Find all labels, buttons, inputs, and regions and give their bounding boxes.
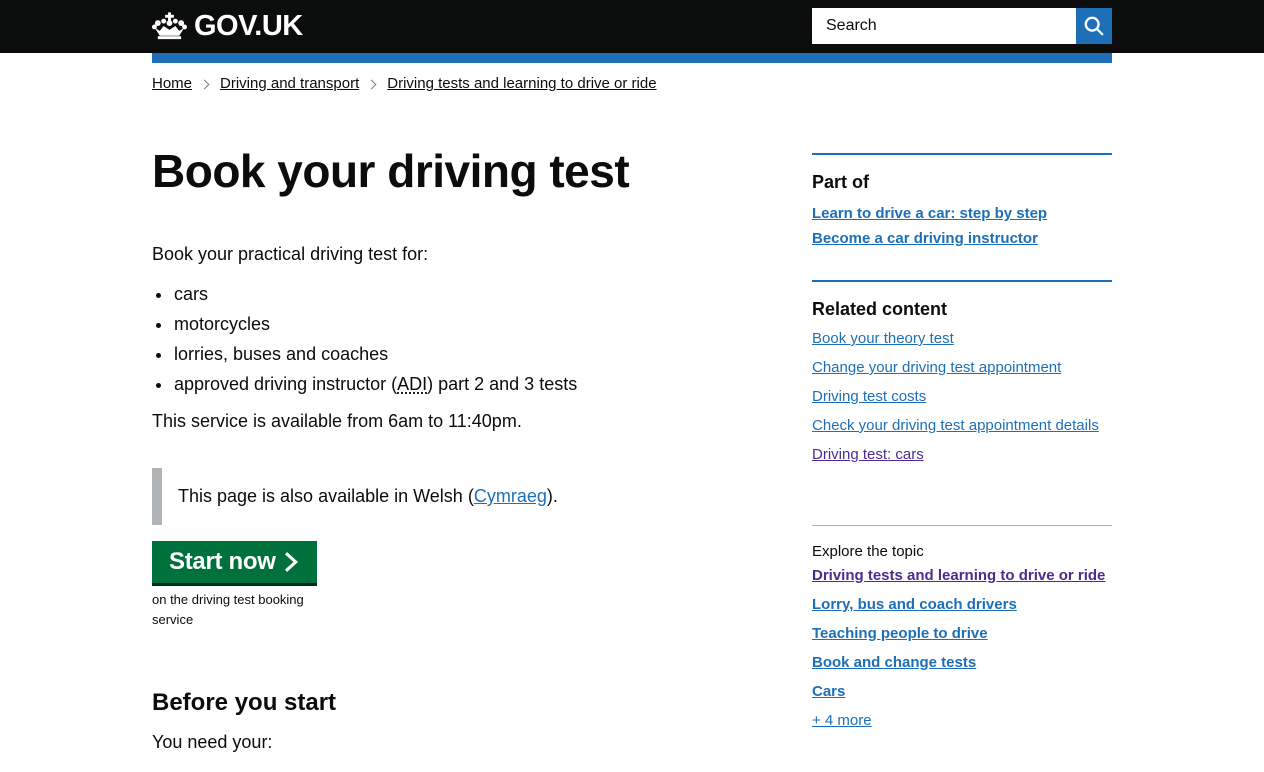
chevron-right-icon	[285, 552, 299, 572]
search-icon	[1083, 15, 1105, 37]
you-need-text: You need your:	[152, 730, 272, 754]
breadcrumb-driving-transport[interactable]: Driving and transport	[220, 74, 359, 94]
before-you-start-heading: Before you start	[152, 688, 336, 718]
adi-abbreviation: ADI	[397, 374, 427, 394]
search-form	[812, 8, 1112, 44]
explore-topic-label: Explore the topic	[812, 542, 1112, 562]
related-link[interactable]: Book your theory test	[812, 327, 1112, 351]
search-input[interactable]	[812, 8, 1076, 44]
related-content-heading: Related content	[812, 297, 1112, 321]
chevron-right-icon	[200, 79, 210, 89]
list-item: cars	[152, 281, 577, 311]
part-of-heading: Part of	[812, 170, 1112, 194]
list-item: approved driving instructor (ADI) part 2…	[152, 371, 577, 401]
start-now-button[interactable]: Start now	[152, 541, 317, 583]
header-blue-bar	[152, 53, 1112, 63]
welsh-link[interactable]: Cymraeg	[474, 486, 547, 507]
search-button[interactable]	[1076, 8, 1112, 44]
part-of-link[interactable]: Learn to drive a car: step by step	[812, 201, 1112, 226]
related-link[interactable]: Check your driving test appointment deta…	[812, 414, 1112, 438]
breadcrumb: Home Driving and transport Driving tests…	[152, 74, 657, 94]
welsh-text-before: This page is also available in Welsh (	[178, 486, 474, 507]
related-link[interactable]: Driving test: cars	[812, 443, 1112, 467]
topic-link[interactable]: Driving tests and learning to drive or r…	[812, 566, 1112, 586]
adi-text-before: approved driving instructor (	[174, 374, 397, 394]
govuk-logo-text: GOV.UK	[194, 10, 303, 42]
welsh-text-after: ).	[547, 486, 558, 507]
topic-link[interactable]: Cars	[812, 682, 1112, 702]
part-of-section: Part of Learn to drive a car: step by st…	[812, 153, 1112, 251]
explore-topic-section: Explore the topic Driving tests and lear…	[812, 525, 1112, 740]
related-link[interactable]: Change your driving test appointment	[812, 356, 1112, 380]
intro-text: Book your practical driving test for:	[152, 242, 428, 266]
govuk-logo-link[interactable]: GOV.UK	[152, 10, 303, 42]
page-title: Book your driving test	[152, 142, 629, 200]
list-item: lorries, buses and coaches	[152, 341, 577, 371]
availability-text: This service is available from 6am to 11…	[152, 409, 522, 433]
crown-icon	[152, 12, 187, 40]
more-topics-link[interactable]: + 4 more	[812, 711, 1112, 731]
breadcrumb-home[interactable]: Home	[152, 74, 192, 94]
part-of-link[interactable]: Become a car driving instructor	[812, 226, 1112, 251]
welsh-inset-text: This page is also available in Welsh (Cy…	[152, 468, 592, 525]
chevron-right-icon	[367, 79, 377, 89]
topic-link[interactable]: Book and change tests	[812, 653, 1112, 673]
related-link[interactable]: Driving test costs	[812, 385, 1112, 409]
list-item: motorcycles	[152, 311, 577, 341]
start-note: on the driving test booking service	[152, 590, 322, 630]
site-header: GOV.UK	[0, 0, 1264, 53]
start-now-label: Start now	[169, 548, 276, 576]
adi-text-after: ) part 2 and 3 tests	[427, 374, 577, 394]
topic-link[interactable]: Teaching people to drive	[812, 624, 1112, 644]
topic-link[interactable]: Lorry, bus and coach drivers	[812, 595, 1112, 615]
related-content-section: Related content Book your theory test Ch…	[812, 280, 1112, 472]
test-types-list: cars motorcycles lorries, buses and coac…	[152, 281, 577, 401]
breadcrumb-driving-tests[interactable]: Driving tests and learning to drive or r…	[387, 74, 656, 94]
